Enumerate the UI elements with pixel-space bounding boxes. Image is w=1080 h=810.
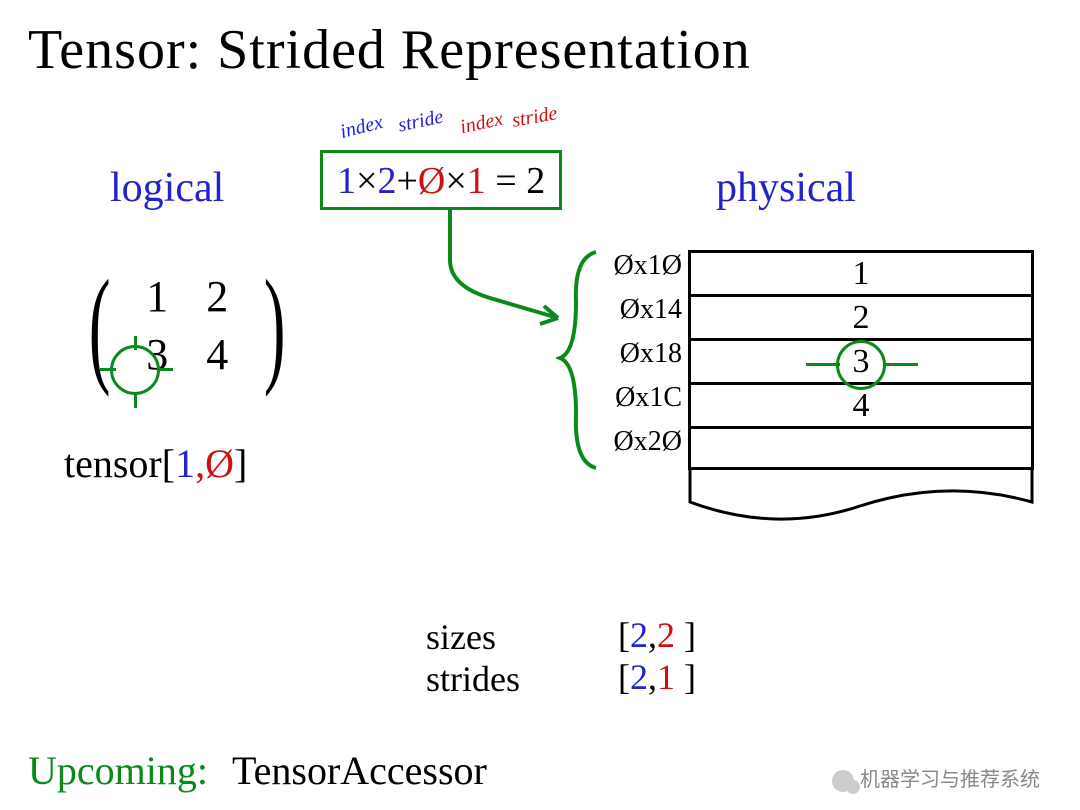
strides-value: [2,1 ] (618, 656, 696, 698)
upcoming-value: TensorAccessor (232, 748, 487, 793)
tensor-idx-comma: , (195, 441, 205, 486)
wechat-icon (832, 770, 854, 792)
sizes-value: [2,2 ] (618, 614, 696, 656)
mem-val-3: 4 (853, 387, 870, 425)
stride-formula-box: 1×2+Ø×1 = 2 (320, 150, 562, 210)
tensor-prefix: tensor[ (64, 441, 175, 486)
crosshair-left (100, 368, 116, 371)
memory-highlight-circle (836, 340, 886, 390)
strides-label: strides (426, 658, 520, 700)
sizes-b: 2 (657, 615, 675, 655)
mem-addr-1: Øx14 (602, 294, 682, 326)
formula-stride2: 1 (467, 160, 486, 202)
mem-addr-3: Øx1C (602, 382, 682, 414)
heading-logical: logical (110, 164, 224, 212)
mem-row: 1 (688, 250, 1034, 294)
mem-addr-4: Øx2Ø (602, 426, 682, 458)
upcoming-footer: Upcoming: TensorAccessor (28, 747, 487, 794)
strides-b: 1 (657, 657, 675, 697)
paren-right: ) (264, 276, 286, 376)
matrix-cell-01: 2 (192, 268, 242, 326)
mem-row: 2 (688, 294, 1034, 338)
paren-left: ( (89, 276, 111, 376)
memory-wave-bottom (688, 466, 1034, 536)
sizes-a: 2 (630, 615, 648, 655)
mem-val-0: 1 (853, 255, 870, 293)
mem-row (688, 426, 1034, 470)
heading-physical: physical (716, 164, 856, 212)
sizes-label: sizes (426, 616, 496, 658)
tensor-idx-b: Ø (205, 441, 234, 486)
formula-stride1: 2 (377, 160, 396, 202)
page-title: Tensor: Strided Representation (28, 18, 751, 82)
annot-index-2: index (458, 108, 505, 140)
crosshair-up (134, 336, 137, 350)
formula-times1: × (356, 160, 377, 202)
formula-times2: × (445, 160, 466, 202)
formula-equals: = 2 (486, 160, 545, 202)
crosshair-down (134, 392, 137, 408)
mem-addr-0: Øx1Ø (602, 250, 682, 282)
watermark-text: 机器学习与推荐系统 (860, 769, 1040, 791)
annot-stride-2: stride (510, 102, 559, 133)
tensor-index-expression: tensor[1,Ø] (64, 440, 247, 487)
mem-addr-2: Øx18 (602, 338, 682, 370)
annot-index-1: index (338, 111, 386, 144)
tensor-idx-a: 1 (175, 441, 195, 486)
mem-val-1: 2 (853, 299, 870, 337)
watermark: 机器学习与推荐系统 (832, 763, 1040, 792)
annot-stride-1: stride (396, 106, 445, 138)
formula-plus: + (396, 160, 417, 202)
matrix-cell-00: 1 (132, 268, 182, 326)
formula-index2: Ø (418, 160, 445, 202)
strides-a: 2 (630, 657, 648, 697)
upcoming-label: Upcoming: (28, 748, 208, 793)
mem-cross-left (806, 363, 840, 366)
tensor-suffix: ] (234, 441, 247, 486)
mem-cross-right (884, 363, 918, 366)
brace-icon (556, 246, 608, 476)
matrix-cell-11: 4 (192, 326, 242, 384)
crosshair-right (157, 368, 173, 371)
formula-index1: 1 (337, 160, 356, 202)
matrix-highlight-circle (110, 345, 160, 395)
